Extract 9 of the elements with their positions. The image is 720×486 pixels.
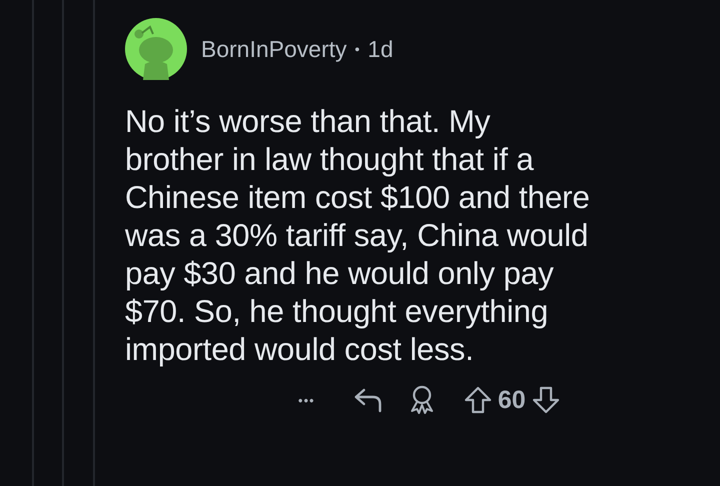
downvote-icon[interactable]: [532, 385, 560, 415]
avatar-icon: [125, 18, 187, 80]
timestamp: 1d: [368, 36, 394, 62]
username[interactable]: BornInPoverty: [201, 36, 347, 62]
upvote-icon[interactable]: [464, 385, 492, 415]
separator: •: [354, 41, 360, 57]
more-options-button[interactable]: •••: [298, 392, 315, 408]
vote-count: 60: [498, 386, 526, 414]
comment-text: No it’s worse than that. My brother in law thought that if a Chinese item cost $100 and there was a 30% tariff say, China would pay $30 and he would only pay $70. So, he thought everything imported would cost less.: [125, 102, 590, 368]
